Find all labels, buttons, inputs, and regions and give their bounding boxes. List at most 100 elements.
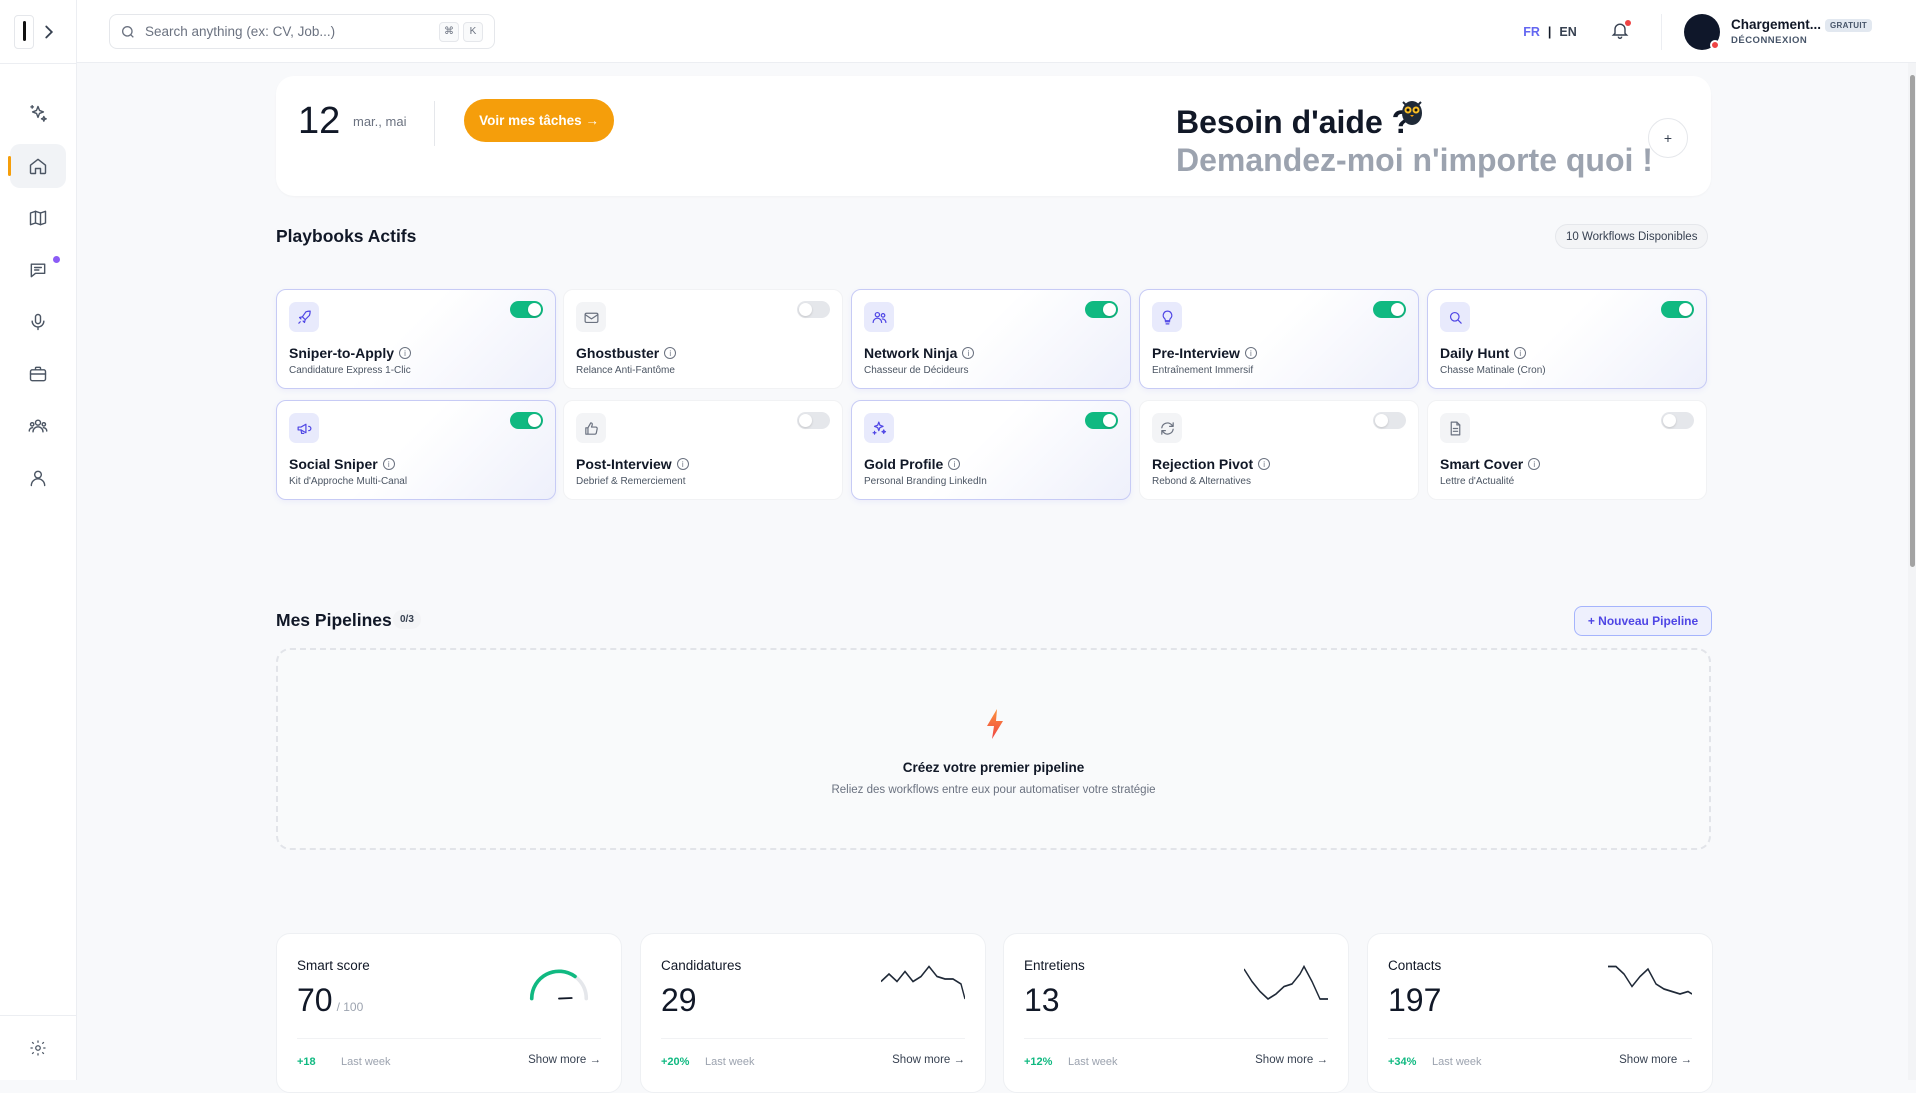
sidebar-item-messages[interactable]	[10, 248, 66, 292]
playbook-title: Sniper-to-Apply	[289, 345, 394, 361]
settings-button[interactable]	[10, 1026, 66, 1070]
sparkline	[1608, 965, 1692, 995]
stat-label: Candidatures	[661, 958, 742, 973]
playbook-subtitle: Debrief & Remerciement	[576, 476, 686, 487]
plan-badge: GRATUIT	[1825, 19, 1873, 32]
pipelines-title: Mes Pipelines	[276, 610, 392, 630]
stat-label: Entretiens	[1024, 958, 1085, 973]
users-icon	[28, 419, 48, 433]
stat-delta: +12%	[1024, 1056, 1053, 1068]
search-icon	[122, 25, 134, 38]
sidebar-item-profile[interactable]	[10, 456, 66, 500]
playbook-toggle[interactable]	[1373, 301, 1406, 318]
stat-period: Last week	[341, 1056, 391, 1068]
notifications-button[interactable]	[1610, 20, 1632, 42]
sidebar-item-interview[interactable]	[10, 300, 66, 344]
empty-state-subtitle: Reliez des workflows entre eux pour auto…	[831, 784, 1156, 796]
playbook-name: Network Ninja i	[864, 345, 975, 361]
playbook-toggle[interactable]	[510, 301, 543, 318]
show-more-link[interactable]: Show more →	[528, 1054, 601, 1066]
info-icon[interactable]: i	[948, 458, 961, 470]
sparkline	[1244, 964, 1328, 1001]
new-pipeline-button[interactable]: + Nouveau Pipeline	[1574, 606, 1712, 636]
playbook-toggle[interactable]	[1085, 301, 1118, 318]
playbook-toggle[interactable]	[797, 412, 830, 429]
playbook-toggle[interactable]	[1661, 301, 1694, 318]
stat-card: Candidatures 29 +20% Last week Show more →	[640, 933, 986, 1093]
playbook-toggle[interactable]	[1085, 412, 1118, 429]
pipelines-empty-state[interactable]: Créez votre premier pipeline Reliez des …	[276, 648, 1711, 850]
playbook-toggle[interactable]	[1661, 412, 1694, 429]
sidebar-item-map[interactable]	[10, 196, 66, 240]
sidebar-item-home[interactable]	[8, 144, 66, 188]
playbook-title: Gold Profile	[864, 456, 944, 472]
info-icon[interactable]: i	[962, 347, 975, 359]
chevron-right-icon[interactable]	[38, 21, 60, 43]
playbook-card[interactable]: Sniper-to-Apply i Candidature Express 1-Cl…	[276, 289, 556, 389]
playbook-toggle[interactable]	[1373, 412, 1406, 429]
scrollbar-thumb[interactable]	[1910, 75, 1915, 567]
playbook-icon-wrap	[1440, 302, 1470, 332]
playbook-card[interactable]: Gold Profile i Personal Branding LinkedIn	[851, 400, 1131, 500]
info-icon[interactable]: i	[1514, 347, 1527, 359]
playbook-icon-wrap	[576, 302, 606, 332]
sidebar-item-network[interactable]	[10, 404, 66, 448]
info-icon[interactable]: i	[676, 458, 689, 470]
playbook-card[interactable]: Ghostbuster i Relance Anti-Fantôme	[563, 289, 843, 389]
lang-fr[interactable]: FR	[1523, 25, 1540, 39]
playbook-name: Ghostbuster i	[576, 345, 677, 361]
playbook-name: Social Sniper i	[289, 456, 395, 472]
add-button[interactable]: +	[1648, 118, 1688, 158]
playbook-toggle[interactable]	[510, 412, 543, 429]
search-input[interactable]	[145, 24, 435, 39]
show-more-link[interactable]: Show more →	[1255, 1054, 1328, 1066]
briefcase-icon	[29, 366, 47, 382]
stat-value: 13	[1024, 982, 1060, 1019]
playbook-card[interactable]: Smart Cover i Lettre d'Actualité	[1427, 400, 1707, 500]
info-icon[interactable]: i	[664, 347, 677, 359]
sidebar-item-assistant[interactable]	[10, 92, 66, 136]
stat-value: 197	[1388, 982, 1441, 1019]
playbook-toggle[interactable]	[797, 301, 830, 318]
playbook-card[interactable]: Daily Hunt i Chasse Matinale (Cron)	[1427, 289, 1707, 389]
view-tasks-button[interactable]: Voir mes tâches →	[464, 99, 614, 142]
stat-period: Last week	[705, 1056, 755, 1068]
topbar: ⌘ K FR | EN Chargement... GRATUIT DÉCONN…	[77, 0, 1916, 63]
user-name: Chargement...	[1731, 17, 1822, 32]
search-box[interactable]: ⌘ K	[109, 14, 495, 49]
notification-dot	[1625, 20, 1631, 26]
notification-dot	[53, 256, 60, 263]
sidebar-item-jobs[interactable]	[10, 352, 66, 396]
show-more-link[interactable]: Show more →	[1619, 1054, 1692, 1066]
language-switcher: FR | EN	[1514, 17, 1586, 47]
stat-label: Smart score	[297, 958, 370, 973]
playbook-subtitle: Entraînement Immersif	[1152, 365, 1254, 376]
gauge-fill	[529, 969, 577, 1001]
app-logo[interactable]	[14, 14, 66, 50]
playbook-card[interactable]: Post-Interview i Debrief & Remerciement	[563, 400, 843, 500]
playbook-card[interactable]: Rejection Pivot i Rebond & Alternatives	[1139, 400, 1419, 500]
playbook-subtitle: Lettre d'Actualité	[1440, 476, 1515, 487]
stat-divider	[297, 1038, 601, 1039]
stat-delta: +20%	[661, 1056, 690, 1068]
info-icon[interactable]: i	[1528, 458, 1541, 470]
help-title: Besoin d'aide ?	[1176, 104, 1412, 140]
stat-divider	[1024, 1038, 1328, 1039]
document-icon	[1450, 421, 1460, 435]
playbook-title: Post-Interview	[576, 456, 672, 472]
playbook-card[interactable]: Pre-Interview i Entraînement Immersif	[1139, 289, 1419, 389]
playbook-card[interactable]: Network Ninja i Chasseur de Décideurs	[851, 289, 1131, 389]
lang-en[interactable]: EN	[1559, 25, 1576, 39]
info-icon[interactable]: i	[399, 347, 411, 359]
avatar[interactable]	[1684, 14, 1720, 50]
info-icon[interactable]: i	[1244, 347, 1257, 359]
show-more-link[interactable]: Show more →	[892, 1054, 965, 1066]
hero-card: 12 mar., mai Voir mes tâches → Besoin d'…	[276, 76, 1711, 196]
sparkline-chart	[1608, 965, 1692, 995]
info-icon[interactable]: i	[1258, 458, 1271, 470]
info-icon[interactable]: i	[382, 458, 395, 470]
playbook-card[interactable]: Social Sniper i Kit d'Approche Multi-Canal	[276, 400, 556, 500]
sparkline-chart	[1244, 964, 1328, 1001]
logout-link[interactable]: DÉCONNEXION	[1731, 35, 1807, 46]
stat-delta: +34%	[1388, 1056, 1417, 1068]
